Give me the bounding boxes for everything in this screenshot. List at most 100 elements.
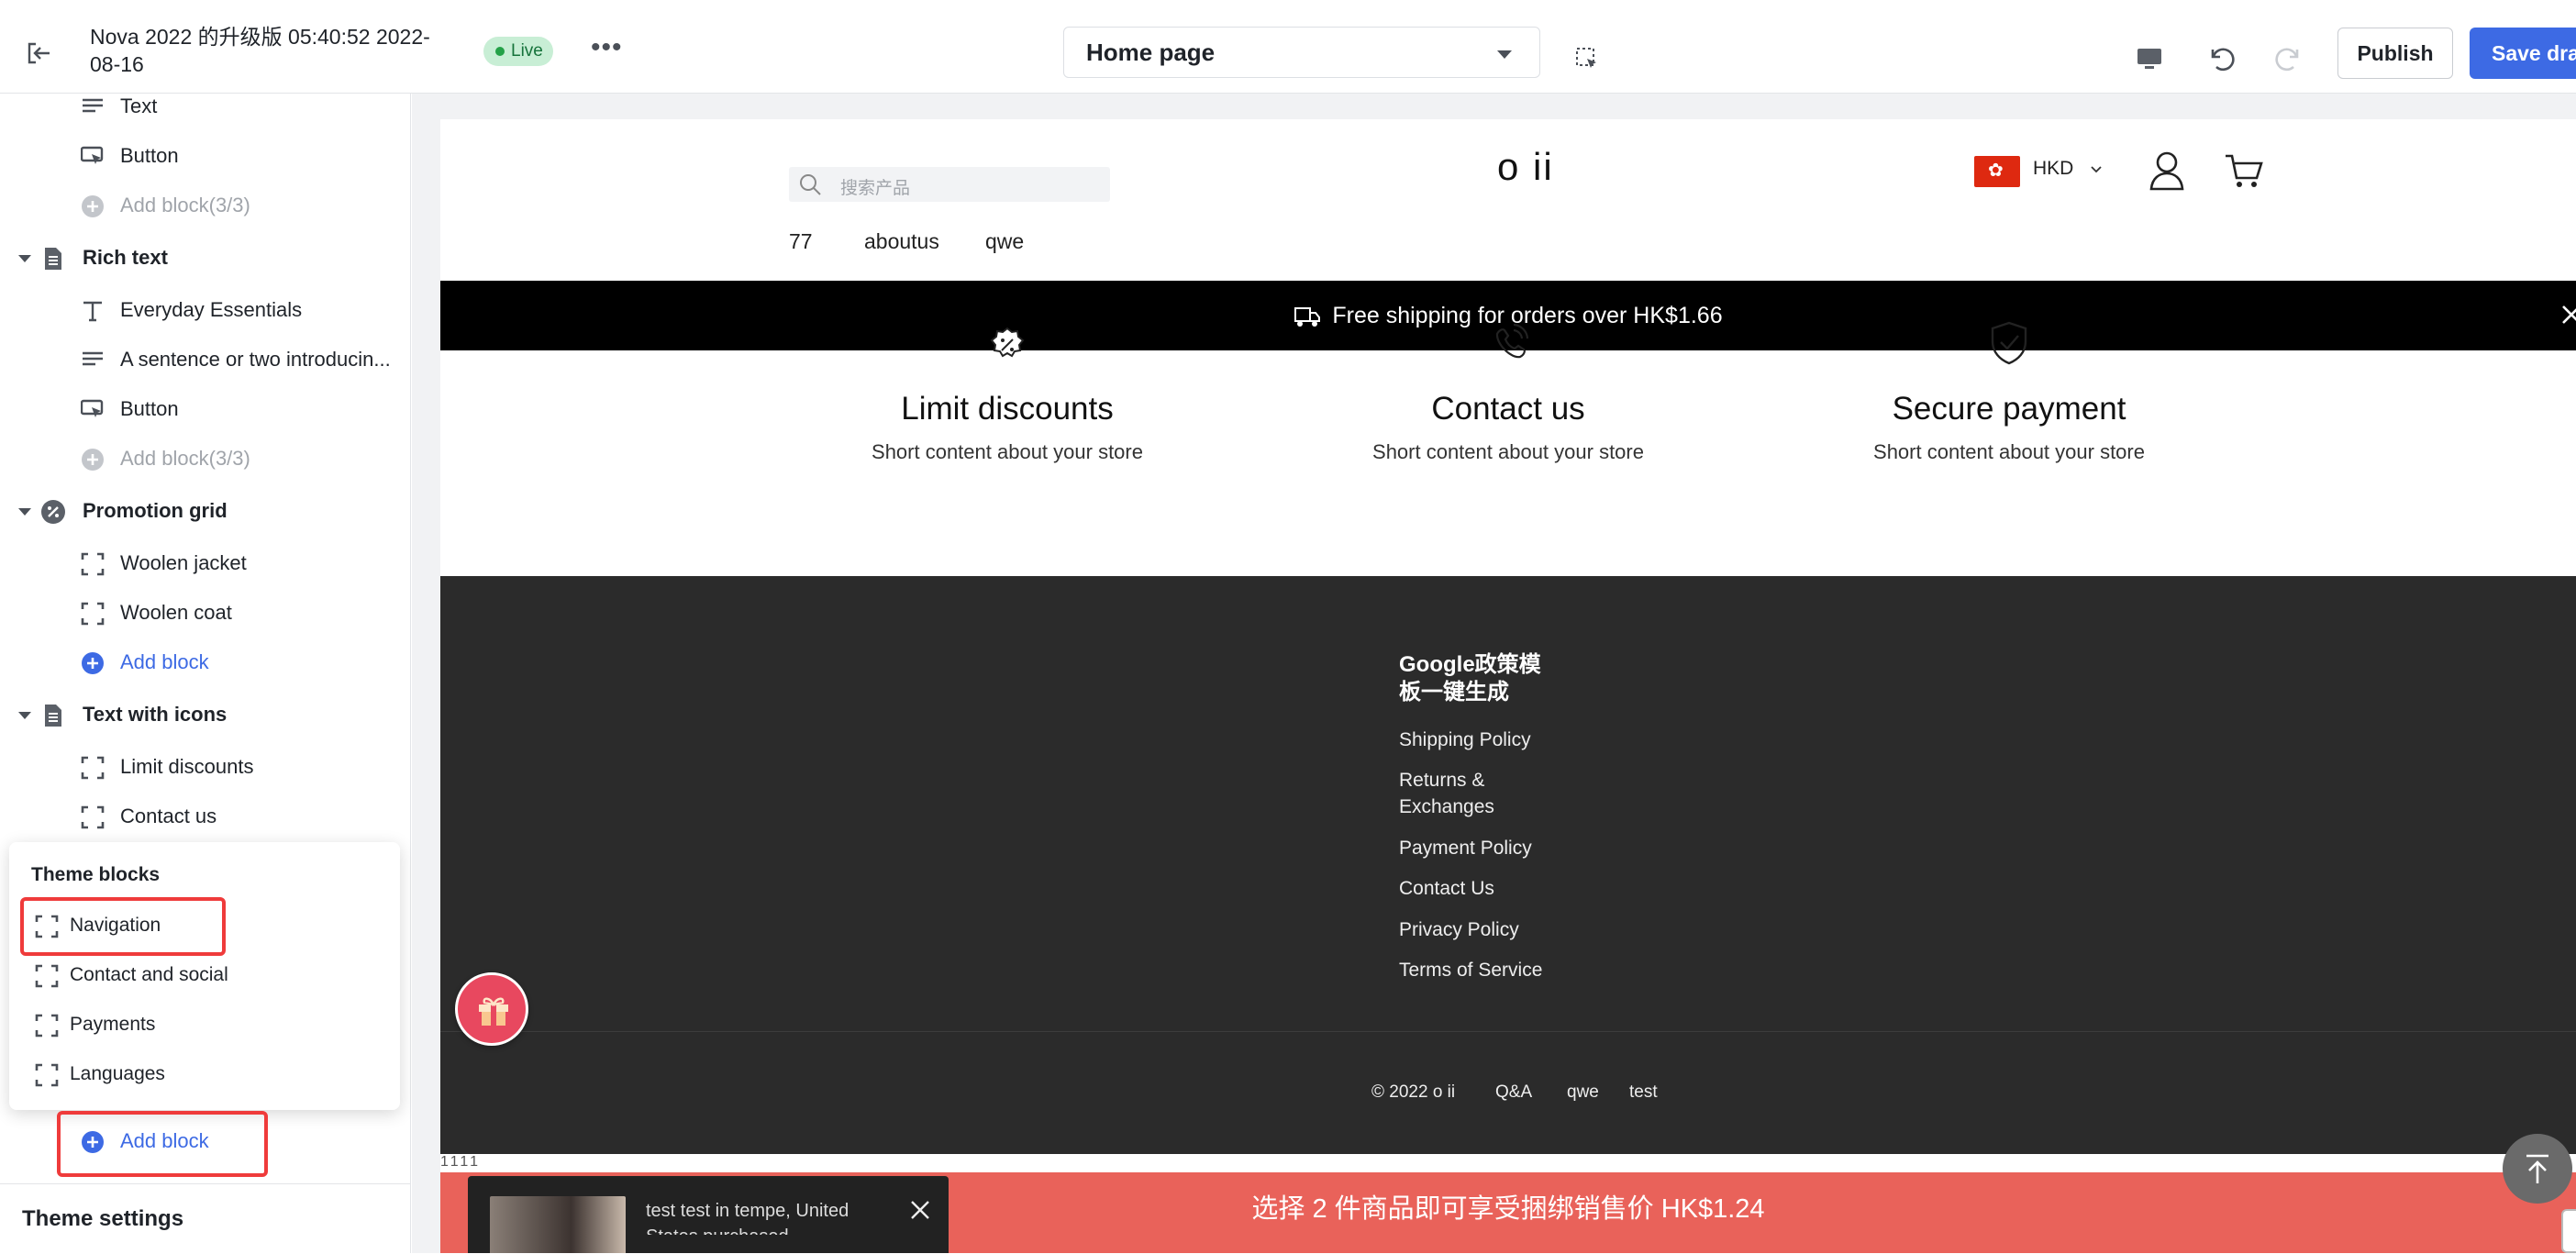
account-icon[interactable] bbox=[2149, 150, 2185, 191]
frame-icon bbox=[81, 756, 105, 780]
search-icon bbox=[800, 174, 821, 195]
block-heading[interactable]: Everyday Essentials bbox=[0, 285, 410, 335]
block-button[interactable]: Button bbox=[0, 384, 410, 434]
cart-icon[interactable] bbox=[2224, 152, 2264, 189]
product-thumbnail bbox=[490, 1196, 626, 1253]
block-label: Button bbox=[120, 397, 179, 420]
caret-down-icon[interactable] bbox=[18, 712, 31, 719]
block-label: Button bbox=[120, 144, 179, 167]
block-label: Text bbox=[120, 94, 158, 117]
save-draft-button[interactable]: Save draft bbox=[2470, 28, 2576, 79]
theme-block-languages[interactable]: Languages bbox=[9, 1049, 400, 1099]
more-options-button[interactable]: ••• bbox=[591, 34, 624, 66]
frame-icon bbox=[35, 1014, 59, 1038]
store-logo[interactable]: o ii bbox=[1497, 145, 1554, 189]
add-block-label: Add block(3/3) bbox=[120, 447, 250, 470]
block-button[interactable]: Button bbox=[0, 131, 410, 181]
type-icon bbox=[83, 301, 102, 322]
chevron-down-icon[interactable] bbox=[2090, 163, 2103, 176]
phone-icon bbox=[1495, 323, 1529, 359]
footer-bottom-link[interactable]: qwe bbox=[1567, 1082, 1599, 1103]
caret-down-icon[interactable] bbox=[18, 508, 31, 516]
publish-button[interactable]: Publish bbox=[2337, 28, 2453, 79]
add-block-button[interactable]: Add block bbox=[0, 638, 410, 687]
theme-block-payments[interactable]: Payments bbox=[9, 1000, 400, 1049]
feature-title: Contact us bbox=[1431, 391, 1585, 427]
block-text[interactable]: Text bbox=[0, 94, 410, 131]
footer-bottom-link[interactable]: test bbox=[1629, 1082, 1658, 1103]
close-icon[interactable] bbox=[2558, 301, 2576, 328]
feature-title: Limit discounts bbox=[901, 391, 1114, 427]
footer-link[interactable]: Payment Policy bbox=[1399, 835, 1582, 861]
arrow-up-icon bbox=[2526, 1154, 2548, 1183]
document-icon bbox=[45, 705, 61, 727]
block-woolen-coat[interactable]: Woolen coat bbox=[0, 588, 410, 638]
footer-link[interactable]: Privacy Policy bbox=[1399, 916, 1582, 943]
inspector-icon[interactable] bbox=[1574, 46, 1600, 72]
footer-bottom-link[interactable]: Q&A bbox=[1495, 1082, 1532, 1103]
currency-selector[interactable]: HKD bbox=[2033, 158, 2073, 180]
top-bar: Nova 2022 的升级版 05:40:52 2022-08-16 Live … bbox=[0, 9, 2576, 94]
nav-link[interactable]: 77 bbox=[789, 229, 813, 254]
section-rich-text[interactable]: Rich text bbox=[0, 233, 410, 283]
frame-icon bbox=[81, 805, 105, 829]
footer-link[interactable]: Returns & Exchanges bbox=[1399, 767, 1518, 820]
footer-link[interactable]: Shipping Policy bbox=[1399, 727, 1582, 753]
footer-link[interactable]: Terms of Service bbox=[1399, 957, 1582, 983]
document-icon bbox=[45, 248, 61, 270]
search-box[interactable]: 搜索产品 bbox=[789, 167, 1110, 202]
add-block-disabled: Add block(3/3) bbox=[0, 434, 410, 483]
back-to-top-button[interactable] bbox=[2503, 1134, 2572, 1204]
exit-icon[interactable] bbox=[24, 39, 53, 68]
discount-badge-icon bbox=[990, 327, 1025, 358]
footer-heading: Google政策模板一键生成 bbox=[1399, 652, 1541, 705]
scroll-handle[interactable] bbox=[2561, 1209, 2576, 1253]
percent-badge-icon bbox=[41, 500, 65, 524]
section-text-with-icons[interactable]: Text with icons bbox=[0, 690, 410, 739]
hong-kong-flag-icon[interactable] bbox=[1974, 156, 2020, 187]
theme-block-label: Payments bbox=[70, 1014, 156, 1035]
theme-settings-link[interactable]: Theme settings bbox=[0, 1183, 411, 1253]
desktop-view-icon[interactable] bbox=[2136, 46, 2163, 72]
plus-circle-icon bbox=[82, 652, 104, 674]
page-select[interactable]: Home page bbox=[1063, 27, 1540, 78]
text-lines-icon bbox=[83, 351, 103, 366]
feature-description: Short content about your store bbox=[872, 440, 1143, 463]
block-woolen-jacket[interactable]: Woolen jacket bbox=[0, 538, 410, 588]
undo-icon[interactable] bbox=[2205, 44, 2237, 73]
caret-down-icon[interactable] bbox=[18, 255, 31, 262]
highlight-add-block bbox=[57, 1111, 268, 1177]
block-label: A sentence or two introducin... bbox=[120, 348, 391, 371]
close-icon[interactable] bbox=[908, 1198, 932, 1222]
nav-link[interactable]: aboutus bbox=[864, 229, 939, 254]
search-placeholder: 搜索产品 bbox=[840, 179, 911, 198]
block-contact-us[interactable]: Contact us bbox=[0, 792, 410, 841]
section-promotion-grid[interactable]: Promotion grid bbox=[0, 486, 410, 536]
block-text[interactable]: A sentence or two introducin... bbox=[0, 335, 410, 384]
block-label: Everyday Essentials bbox=[120, 298, 303, 321]
plus-circle-icon bbox=[82, 195, 104, 217]
copyright: © 2022 o ii bbox=[1371, 1082, 1456, 1102]
redo-icon[interactable] bbox=[2273, 44, 2304, 73]
nav-link[interactable]: qwe bbox=[985, 229, 1024, 254]
theme-blocks-popover: Theme blocks Navigation Contact and soci… bbox=[9, 842, 400, 1110]
block-label: Limit discounts bbox=[120, 755, 254, 778]
shield-check-icon bbox=[1991, 321, 2027, 365]
theme-title: Nova 2022 的升级版 05:40:52 2022-08-16 bbox=[90, 25, 430, 76]
block-label: Woolen jacket bbox=[120, 551, 247, 574]
gift-button[interactable] bbox=[455, 972, 528, 1046]
theme-block-contact-and-social[interactable]: Contact and social bbox=[9, 950, 400, 1000]
highlight-navigation bbox=[20, 897, 226, 956]
feature-description: Short content about your store bbox=[1873, 440, 2145, 463]
block-label: Contact us bbox=[120, 805, 217, 827]
block-limit-discounts[interactable]: Limit discounts bbox=[0, 742, 410, 792]
add-block-label: Add block(3/3) bbox=[120, 194, 250, 216]
footer-link[interactable]: Contact Us bbox=[1399, 875, 1582, 902]
gift-icon bbox=[479, 997, 508, 1026]
truck-icon bbox=[1294, 307, 1321, 327]
button-icon bbox=[81, 146, 104, 164]
feature-description: Short content about your store bbox=[1372, 440, 1644, 463]
section-label: Rich text bbox=[83, 246, 168, 269]
live-badge: Live bbox=[483, 37, 553, 66]
plus-circle-icon bbox=[82, 449, 104, 471]
